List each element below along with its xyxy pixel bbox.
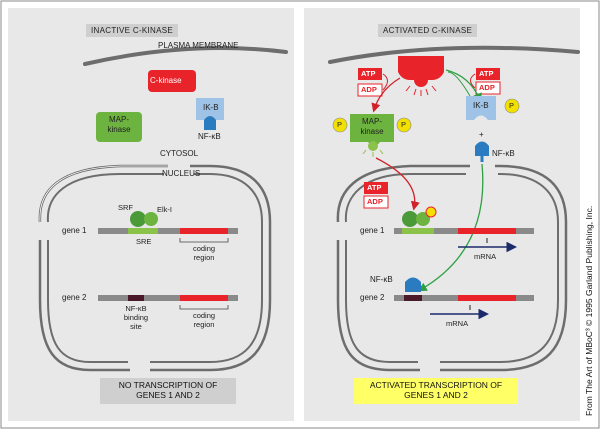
gene1-label-left: gene 1 xyxy=(62,226,87,235)
c-kinase-foot xyxy=(414,73,428,87)
map-kinase-label-left-1: MAP- xyxy=(109,115,129,124)
coding-region-1-left xyxy=(180,228,228,234)
atp-label-2: ATP xyxy=(479,69,494,78)
srf-protein-left xyxy=(130,211,146,227)
right-footer: ACTIVATED TRANSCRIPTION OF GENES 1 AND 2 xyxy=(354,378,518,404)
nfkb-label-nucleus: NF-κB xyxy=(370,275,393,284)
gene1-label-right: gene 1 xyxy=(360,226,385,235)
coding-region-2-left xyxy=(180,295,228,301)
ikb-label-right: IK-B xyxy=(473,101,489,110)
coding-region-1-text-b: region xyxy=(193,253,215,262)
nfkb-shape-left xyxy=(204,116,216,130)
map-kinase-label-right-1: MAP- xyxy=(362,117,382,126)
right-footer-line-2: GENES 1 AND 2 xyxy=(404,389,468,400)
nucleus-label: NUCLEUS xyxy=(162,169,201,178)
nfkb-site-text-3: site xyxy=(130,322,142,331)
credit-text: From The Art of MBoC³ © 1995 Garland Pub… xyxy=(584,205,594,416)
ikb-label-left: IK-B xyxy=(203,103,219,112)
nfkb-site-right xyxy=(404,295,422,301)
sre-left xyxy=(128,228,158,234)
left-footer: NO TRANSCRIPTION OF GENES 1 AND 2 xyxy=(100,378,236,404)
adp-label-2: ADP xyxy=(479,83,495,92)
srf-protein-right xyxy=(402,211,418,227)
left-footer-line-2: GENES 1 AND 2 xyxy=(136,389,200,400)
nfkb-site-text-1: NF-κB xyxy=(125,304,147,313)
atp-label-3: ATP xyxy=(367,183,382,192)
sre-right xyxy=(402,228,434,234)
mrna-label-2: mRNA xyxy=(446,319,469,328)
plasma-membrane-label: PLASMA MEMBRANE xyxy=(158,41,239,50)
elk-label: Elk-I xyxy=(157,205,172,214)
plus-label: + xyxy=(479,130,484,139)
nfkb-label-left: NF-κB xyxy=(198,132,221,141)
right-panel-title: ACTIVATED C-KINASE xyxy=(378,24,478,37)
srf-label: SRF xyxy=(118,203,133,212)
coding-region-2-text-b: region xyxy=(193,320,215,329)
adp-label-3: ADP xyxy=(367,197,383,206)
nfkb-site-left xyxy=(128,295,144,301)
map-kinase-label-left-2: kinase xyxy=(107,125,131,134)
p-label-3: P xyxy=(509,101,515,110)
left-panel-title: INACTIVE C-KINASE xyxy=(86,24,179,37)
map-kinase-label-right-2: kinase xyxy=(360,127,384,136)
coding-region-1-right xyxy=(458,228,516,234)
adp-label-1: ADP xyxy=(361,85,377,94)
mrna-label-1: mRNA xyxy=(474,252,497,261)
p-label-1: P xyxy=(337,120,343,129)
sre-label: SRE xyxy=(136,237,152,246)
coding-region-2-text-a: coding xyxy=(192,311,216,320)
coding-region-1-text-a: coding xyxy=(192,244,216,253)
elk-protein-left xyxy=(144,212,158,226)
cytosol-label: CYTOSOL xyxy=(160,149,199,158)
nfkb-label-right: NF-κB xyxy=(492,149,515,158)
c-kinase-label: C-kinase xyxy=(150,76,182,85)
diagram-svg xyxy=(0,0,600,429)
gene2-label-right: gene 2 xyxy=(360,293,385,302)
nfkb-site-text-2: binding xyxy=(123,313,149,322)
p-label-2: P xyxy=(401,120,407,129)
p-circle-4 xyxy=(425,206,437,218)
map-kinase-foot xyxy=(368,141,378,151)
atp-label-1: ATP xyxy=(361,69,376,78)
gene2-label-left: gene 2 xyxy=(62,293,87,302)
coding-region-2-right xyxy=(458,295,516,301)
